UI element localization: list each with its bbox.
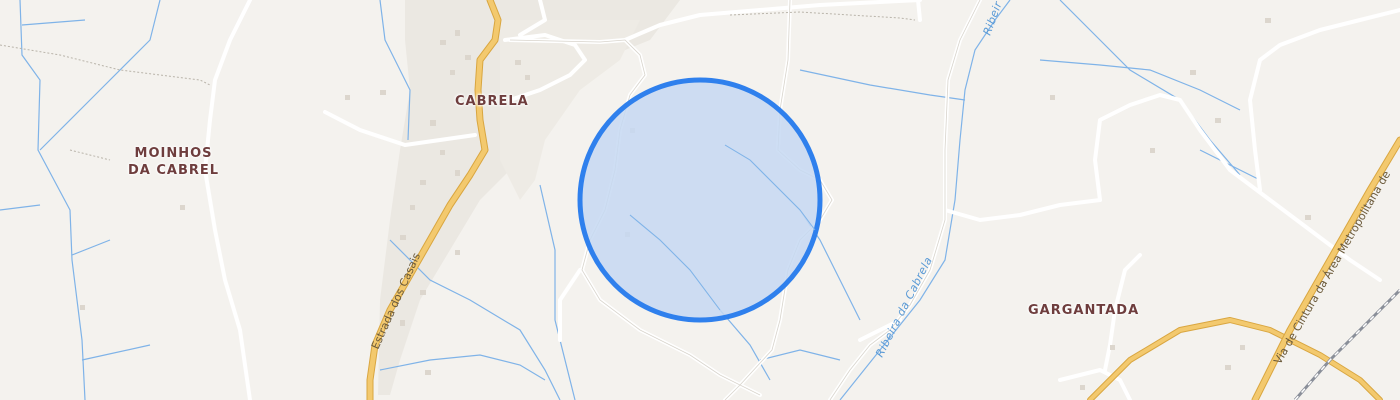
place-label-moinhos-line1: MOINHOS xyxy=(134,146,213,161)
place-label-gargantada: GARGANTADA xyxy=(1028,302,1139,319)
place-label-cabrela-text: CABRELA xyxy=(455,94,529,109)
waterway-label-ribeira-partial: Ribeir xyxy=(981,0,1006,37)
map-canvas[interactable]: Estrada dos Casais Via de Cintura da Áre… xyxy=(0,0,1400,400)
map-base-layer: Estrada dos Casais Via de Cintura da Áre… xyxy=(0,0,1400,400)
waterway-label-ribeira-da-cabrela: Ribeira da Cabrela xyxy=(873,255,935,360)
place-label-moinhos-da-cabrel: MOINHOS DA CABREL xyxy=(128,145,219,179)
road-label-via-cintura: Via de Cintura da Área Metropolitana de xyxy=(1271,168,1393,366)
place-label-moinhos-line2: DA CABREL xyxy=(128,163,220,178)
place-label-gargantada-text: GARGANTADA xyxy=(1028,303,1140,318)
place-label-cabrela: CABRELA xyxy=(455,93,529,110)
